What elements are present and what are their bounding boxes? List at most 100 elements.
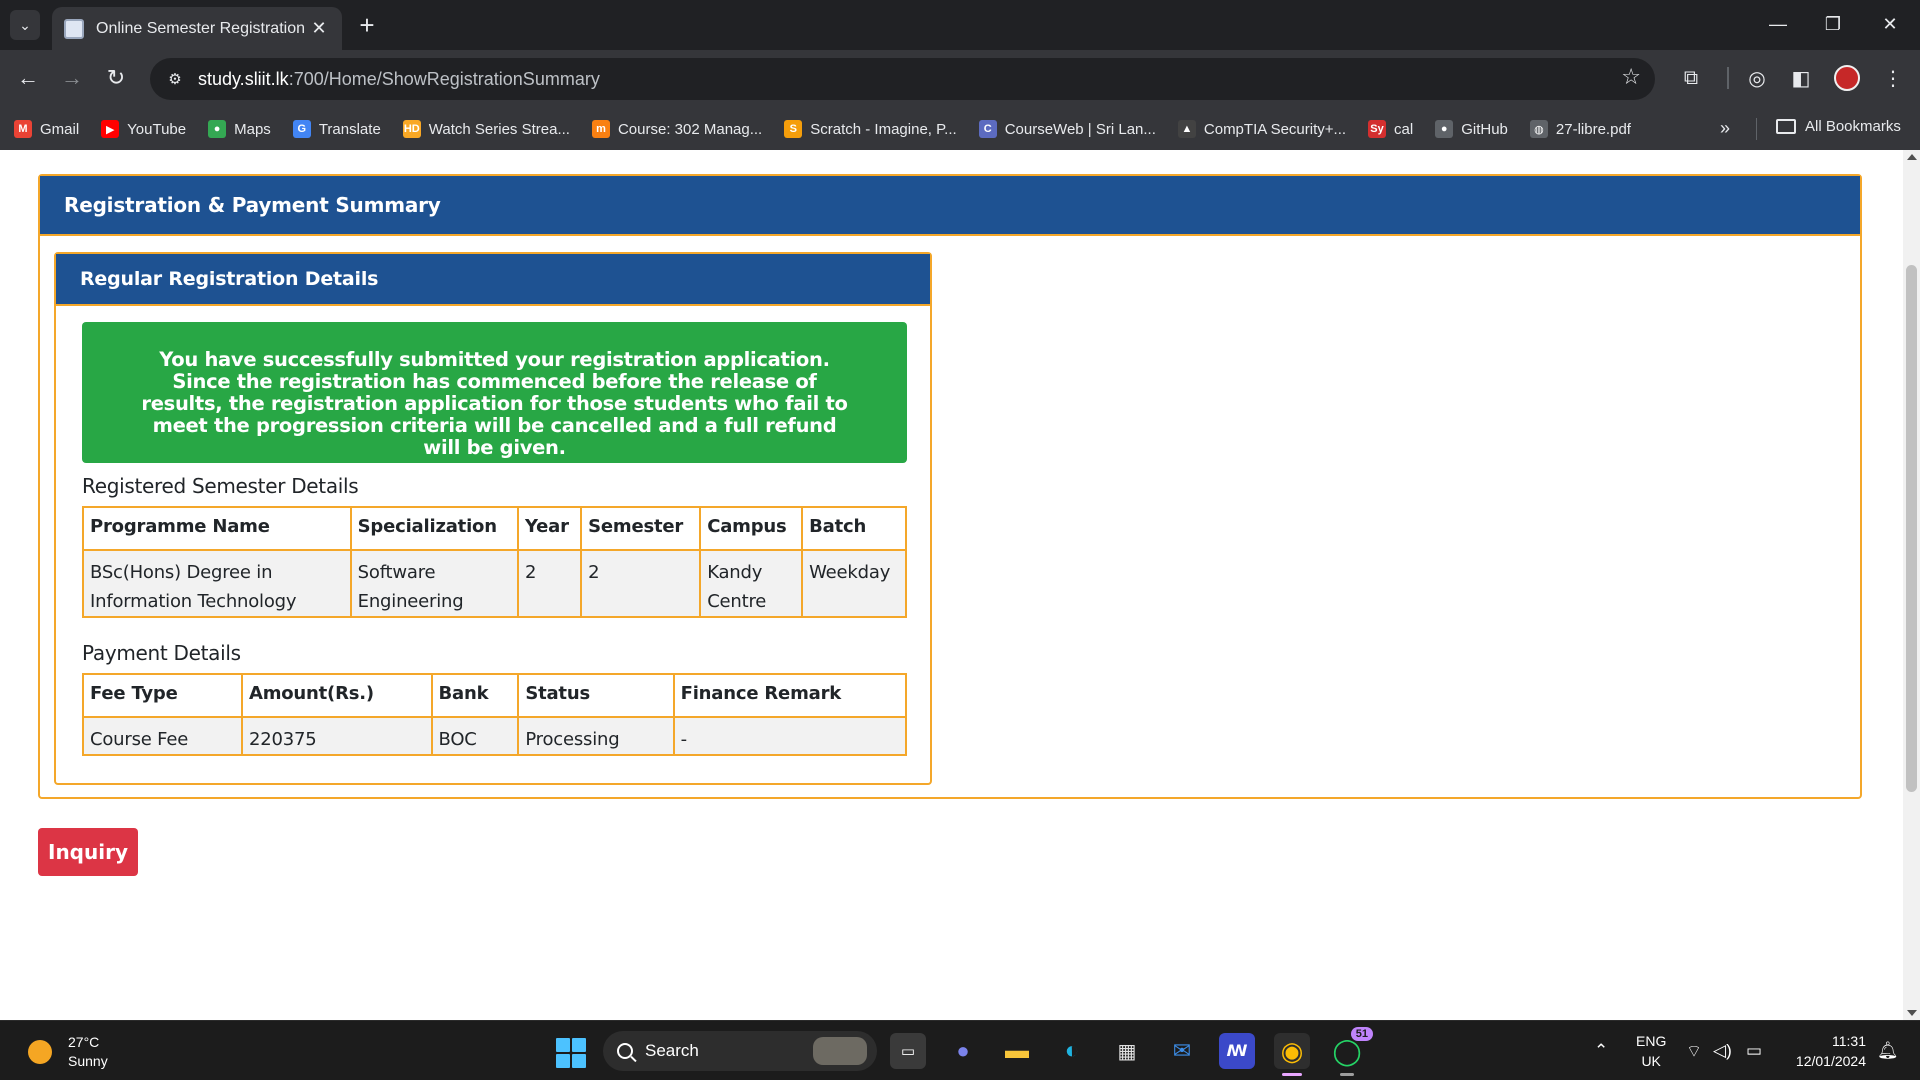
page-viewport: Registration & Payment Summary Regular R…	[0, 150, 1920, 1020]
all-bookmarks-label: All Bookmarks	[1805, 118, 1901, 135]
bookmark-star-icon[interactable]: ☆	[1621, 64, 1641, 90]
semester-details-table: Programme Name Specialization Year Semester…	[82, 506, 907, 618]
show-hidden-icons-chevron-icon[interactable]: ⌃	[1594, 1041, 1608, 1061]
visual-studio-icon[interactable]: ꟿ	[1219, 1033, 1255, 1069]
edge-icon[interactable]: ◐	[1054, 1033, 1090, 1069]
url-text[interactable]: study.sliit.lk:700/Home/ShowRegistration…	[198, 69, 600, 90]
language-indicator[interactable]: ENG UK	[1636, 1031, 1666, 1071]
moodle-icon: m	[591, 120, 610, 138]
bookmark-item[interactable]: ● GitHub	[1435, 120, 1508, 138]
bookmark-item[interactable]: ▲ CompTIA Security+...	[1177, 120, 1346, 138]
bookmark-item[interactable]: ● Maps	[208, 120, 271, 138]
table-cell: Processing	[517, 716, 675, 756]
youtube-icon: ▶	[101, 120, 120, 138]
clock-time: 11:31	[1832, 1033, 1866, 1049]
extensions-icon[interactable]: ⧉	[1676, 63, 1706, 93]
task-view-icon[interactable]: ▭	[890, 1033, 926, 1069]
column-header: Batch	[801, 506, 907, 551]
column-header: Amount(Rs.)	[240, 673, 433, 718]
all-bookmarks-button[interactable]: All Bookmarks	[1776, 118, 1901, 135]
summary-panel-heading: Registration & Payment Summary	[40, 176, 1860, 236]
restore-icon[interactable]: ❐	[1813, 8, 1853, 40]
weather-widget[interactable]: 27°C Sunny	[28, 1033, 108, 1071]
scroll-up-arrow-icon[interactable]	[1907, 154, 1917, 160]
whatsapp-icon[interactable]: ◯ 51	[1329, 1027, 1373, 1076]
search-icon	[617, 1043, 633, 1059]
new-tab-plus-icon[interactable]: +	[352, 10, 382, 40]
close-window-icon[interactable]: ✕	[1870, 8, 1910, 40]
browser-tab-bar: ⌄ Online Semester Registration ✕ + — ❐ ✕	[0, 0, 1920, 50]
active-tab[interactable]: Online Semester Registration ✕	[52, 7, 342, 50]
reload-icon[interactable]: ↻	[100, 62, 132, 94]
hd-icon: HD	[402, 120, 421, 138]
table-cell: BOC	[430, 716, 520, 756]
volume-icon[interactable]: ◁)	[1713, 1041, 1732, 1061]
scratch-icon: S	[784, 120, 803, 138]
bookmarks-divider	[1756, 118, 1757, 140]
side-panel-icon[interactable]: ◧	[1786, 63, 1816, 93]
table-cell: BSc(Hons) Degree in Information Technolo…	[82, 549, 352, 618]
battery-icon[interactable]: ▭	[1746, 1041, 1762, 1061]
wifi-icon[interactable]: ⌔	[1686, 1041, 1702, 1062]
tab-close-icon[interactable]: ✕	[308, 18, 330, 39]
sy-icon: Sy	[1368, 120, 1387, 138]
bookmark-label: Watch Series Strea...	[428, 120, 570, 138]
site-info-icon[interactable]: ⚙	[160, 64, 190, 94]
bookmark-label: Scratch - Imagine, P...	[810, 120, 957, 138]
table-cell: 220375	[240, 716, 433, 756]
registration-payment-summary-panel: Registration & Payment Summary Regular R…	[38, 174, 1862, 799]
bookmark-item[interactable]: m Course: 302 Manag...	[591, 120, 762, 138]
column-header: Bank	[430, 673, 520, 718]
bookmark-item[interactable]: S Scratch - Imagine, P...	[784, 120, 957, 138]
bookmark-item[interactable]: ▶ YouTube	[101, 120, 186, 138]
payment-details-title: Payment Details	[82, 641, 241, 665]
vertical-scrollbar[interactable]	[1903, 150, 1920, 1020]
table-cell: Weekday	[801, 549, 907, 618]
bookmark-item[interactable]: Sy cal	[1368, 120, 1413, 138]
windows-start-icon[interactable]	[556, 1038, 586, 1068]
bookmark-item[interactable]: HD Watch Series Strea...	[402, 120, 570, 138]
address-bar[interactable]: ⚙ study.sliit.lk:700/Home/ShowRegistrati…	[150, 58, 1655, 100]
performance-icon[interactable]: ◎	[1742, 63, 1772, 93]
table-cell: Course Fee	[82, 716, 243, 756]
table-header-row: Fee Type Amount(Rs.) Bank Status Finance Rem…	[82, 673, 908, 718]
page-favicon-icon	[64, 18, 84, 39]
tab-title: Online Semester Registration	[96, 19, 305, 37]
courseweb-icon: C	[978, 120, 997, 138]
clock[interactable]: 11:31 12/01/2024	[1784, 1031, 1866, 1071]
mail-icon[interactable]: ✉	[1164, 1033, 1200, 1069]
sun-icon	[28, 1040, 52, 1064]
minimize-icon[interactable]: —	[1758, 8, 1798, 40]
search-highlight-image	[813, 1037, 867, 1065]
notification-bell-icon[interactable]: 🔔︎	[1877, 1041, 1899, 1061]
bookmark-item[interactable]: G Translate	[292, 120, 381, 138]
back-arrow-icon[interactable]: ←	[12, 62, 44, 94]
tab-search-chevron-icon[interactable]: ⌄	[10, 10, 40, 40]
table-cell: 2	[516, 549, 583, 618]
github-icon: ●	[1435, 120, 1454, 138]
search-label: Search	[645, 1041, 699, 1060]
gmail-icon: M	[14, 120, 32, 138]
bookmark-label: Gmail	[40, 120, 80, 138]
inquiry-button[interactable]: Inquiry	[38, 828, 138, 876]
teams-chat-icon[interactable]: ●	[945, 1033, 981, 1069]
file-explorer-icon[interactable]: ▬	[999, 1033, 1035, 1069]
table-header-row: Programme Name Specialization Year Semester…	[82, 506, 907, 551]
running-app-indicator	[1340, 1073, 1354, 1076]
registration-details-heading: Regular Registration Details	[56, 254, 930, 306]
profile-avatar[interactable]	[1834, 65, 1860, 91]
bookmark-item[interactable]: M Gmail	[14, 120, 79, 138]
scroll-down-arrow-icon[interactable]	[1907, 1010, 1917, 1016]
bookmark-item[interactable]: ◍ 27-libre.pdf	[1529, 120, 1631, 138]
store-icon[interactable]: ▦	[1109, 1033, 1145, 1069]
bookmark-item[interactable]: C CourseWeb | Sri Lan...	[978, 120, 1156, 138]
taskbar-search[interactable]: Search	[603, 1031, 877, 1071]
scroll-thumb[interactable]	[1906, 265, 1917, 792]
more-bookmarks-icon[interactable]: »	[1720, 118, 1730, 139]
table-cell: Software Engineering	[349, 549, 519, 618]
chrome-icon[interactable]: ◉	[1274, 1033, 1310, 1076]
chrome-menu-icon[interactable]: ⋮	[1878, 63, 1908, 93]
forward-arrow-icon[interactable]: →	[56, 62, 88, 94]
active-app-indicator	[1282, 1073, 1302, 1076]
bookmark-label: Translate	[318, 120, 381, 138]
